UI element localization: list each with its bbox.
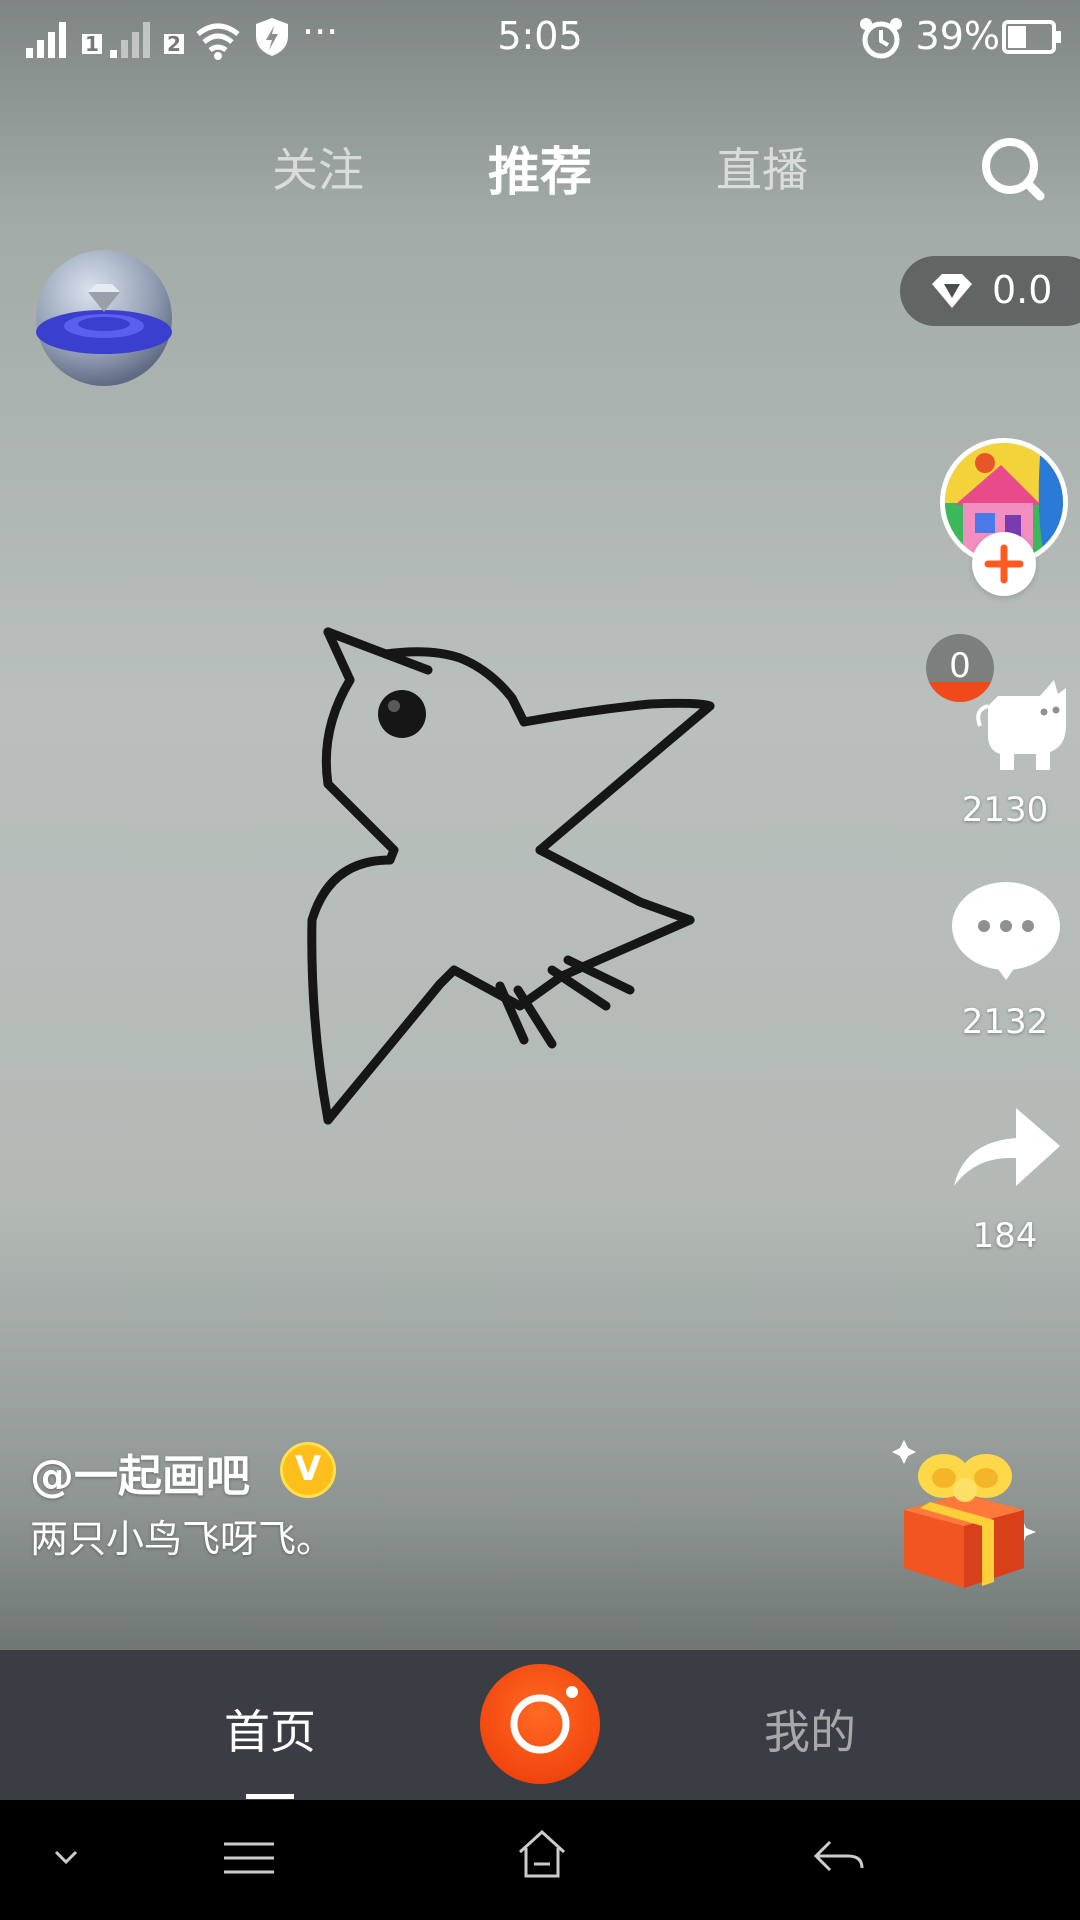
like-icon[interactable] [970, 666, 1080, 776]
like-count: 2130 [961, 790, 1049, 830]
record-button[interactable] [480, 1664, 600, 1784]
search-icon[interactable] [978, 134, 1048, 204]
back-icon[interactable] [812, 1838, 866, 1878]
chevron-down-icon[interactable] [54, 1850, 78, 1866]
tab-live[interactable]: 直播 [662, 134, 862, 200]
diamond-balance[interactable]: 0.0 [900, 256, 1080, 326]
top-nav: 关注 推荐 直播 [0, 120, 1080, 210]
tab-following[interactable]: 关注 [218, 134, 418, 200]
nav-me[interactable]: 我的 [710, 1696, 910, 1762]
bottom-app-nav: 首页 我的 [0, 1650, 1080, 1800]
follow-plus-button[interactable] [972, 532, 1036, 596]
diamond-icon [932, 274, 972, 308]
home-icon[interactable] [516, 1828, 568, 1880]
comment-count: 2132 [961, 1002, 1049, 1042]
nav-home[interactable]: 首页 [170, 1696, 370, 1762]
diamond-value: 0.0 [992, 268, 1053, 312]
menu-icon[interactable] [222, 1840, 276, 1876]
system-nav-bar [0, 1800, 1080, 1920]
verified-badge: V [280, 1442, 336, 1498]
gift-icon[interactable] [890, 1440, 1040, 1590]
alarm-icon [860, 18, 902, 59]
nav-home-underline [246, 1794, 294, 1799]
record-icon [510, 1686, 578, 1754]
tab-recommended[interactable]: 推荐 [440, 130, 640, 205]
battery-icon [1002, 20, 1061, 54]
status-bar: 1 2 ··· 5:05 39% [0, 0, 1080, 80]
plus-icon [984, 544, 1024, 584]
share-count: 184 [972, 1216, 1038, 1256]
video-feed-screen: 1 2 ··· 5:05 39% 关注 推荐 直播 0.0 0 2130 213… [0, 0, 1080, 1920]
battery-percent: 39% [915, 14, 1000, 58]
comment-icon[interactable] [950, 880, 1062, 980]
planet-badge-icon[interactable] [34, 248, 174, 388]
caption-text: 两只小鸟飞呀飞。 [30, 1517, 335, 1561]
mini-badge-count: 0 [949, 646, 971, 686]
bird-drawing [307, 627, 715, 1125]
caption-username[interactable]: @一起画吧 [30, 1440, 250, 1504]
share-icon[interactable] [952, 1102, 1062, 1194]
